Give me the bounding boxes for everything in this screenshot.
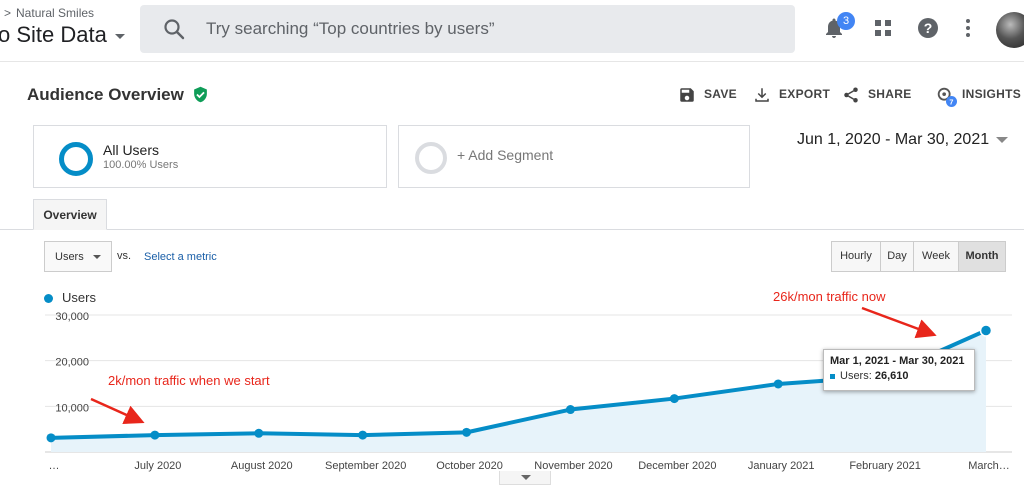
segment-all-users[interactable]: All Users 100.00% Users (33, 125, 387, 188)
chart-expand-toggle[interactable] (499, 471, 551, 485)
data-point (565, 405, 575, 415)
x-tick-label: August 2020 (231, 460, 293, 472)
add-segment-label: + Add Segment (457, 147, 554, 163)
annotation-start-arrow (90, 397, 145, 424)
breadcrumb[interactable]: > Natural Smiles (4, 6, 94, 20)
metric-dropdown-value: Users (55, 251, 84, 263)
notification-count-badge: 3 (837, 12, 855, 30)
save-label: SAVE (704, 87, 737, 101)
data-point (669, 394, 679, 404)
export-download-icon (755, 88, 769, 102)
view-selector[interactable]: o Site Data (0, 22, 125, 48)
segment-name: All Users (103, 142, 160, 158)
x-tick-label: July 2020 (134, 460, 181, 472)
y-tick-label: 30,000 (55, 311, 89, 323)
share-button[interactable]: SHARE (844, 87, 912, 103)
view-name: o Site Data (0, 22, 107, 47)
x-tick-label: March… (968, 460, 1010, 472)
apps-grid-icon[interactable] (871, 16, 895, 40)
tooltip-title: Mar 1, 2021 - Mar 30, 2021 (830, 355, 965, 367)
vs-label: vs. (117, 250, 132, 262)
add-segment-card[interactable]: + Add Segment (398, 125, 750, 188)
y-tick-label: 20,000 (55, 357, 89, 369)
save-button[interactable]: SAVE (680, 87, 737, 102)
top-bar: > Natural Smiles o Site Data Try searchin… (0, 0, 1024, 62)
segment-percentage: 100.00% Users (103, 159, 179, 171)
account-name: Natural Smiles (16, 6, 95, 20)
insights-icon: 7 (937, 87, 957, 107)
data-point (358, 430, 368, 440)
search-placeholder: Try searching “Top countries by users” (206, 19, 495, 38)
svg-text:?: ? (924, 20, 933, 36)
data-point (46, 433, 56, 443)
x-tick-label: February 2021 (849, 460, 921, 472)
x-tick-label: December 2020 (638, 460, 716, 472)
data-point (150, 430, 160, 440)
tooltip-series-marker (830, 373, 835, 379)
help-icon[interactable]: ? (916, 16, 940, 40)
caret-down-icon (521, 475, 531, 480)
share-icon (844, 87, 858, 103)
export-label: EXPORT (779, 87, 831, 101)
y-tick-label: 10,000 (55, 402, 89, 414)
tooltip-label: Users: (840, 370, 872, 382)
granularity-day-button[interactable]: Day (880, 241, 914, 272)
granularity-hourly-button[interactable]: Hourly (831, 241, 881, 272)
chevron-right-icon: > (4, 6, 12, 20)
search-bar[interactable]: Try searching “Top countries by users” (140, 5, 795, 53)
data-point (462, 427, 472, 437)
x-tick-label: January 2021 (748, 460, 815, 472)
account-avatar[interactable] (996, 12, 1024, 48)
x-tick-label: … (49, 460, 60, 472)
date-range-caret-icon[interactable] (996, 137, 1008, 143)
empty-segment-ring-icon (415, 142, 447, 174)
data-point (773, 379, 783, 389)
report-title: Audience Overview (27, 85, 184, 104)
tooltip-value: 26,610 (874, 370, 909, 382)
segment-ring-icon (59, 142, 93, 176)
insights-button[interactable]: 7 INSIGHTS (937, 87, 1022, 107)
annotation-now-text: 26k/mon traffic now (773, 289, 886, 304)
metric-dropdown[interactable]: Users (44, 241, 112, 272)
annotation-start-text: 2k/mon traffic when we start (108, 373, 270, 388)
caret-down-icon (114, 33, 125, 39)
insights-badge: 7 (949, 97, 953, 106)
chart-tooltip: Mar 1, 2021 - Mar 30, 2021 Users: 26,610 (823, 349, 975, 391)
select-metric-link[interactable]: Select a metric (144, 251, 217, 263)
date-range-picker[interactable]: Jun 1, 2020 - Mar 30, 2021 (797, 131, 989, 149)
verified-shield-icon (194, 86, 207, 103)
share-label: SHARE (868, 87, 912, 101)
caret-down-icon (93, 255, 101, 259)
tab-overview[interactable]: Overview (33, 199, 107, 230)
x-tick-label: October 2020 (436, 460, 503, 472)
granularity-week-button[interactable]: Week (913, 241, 959, 272)
save-icon (680, 88, 694, 102)
tooltip-row: Users: 26,610 (830, 370, 968, 382)
data-point (254, 428, 264, 438)
granularity-month-button[interactable]: Month (958, 241, 1006, 272)
x-tick-label: September 2020 (325, 460, 406, 472)
export-button[interactable]: EXPORT (755, 87, 831, 102)
more-vert-icon[interactable] (956, 16, 980, 40)
annotation-now-arrow (861, 306, 937, 339)
search-icon (164, 19, 185, 40)
insights-label: INSIGHTS (962, 87, 1022, 101)
data-point (979, 324, 993, 337)
